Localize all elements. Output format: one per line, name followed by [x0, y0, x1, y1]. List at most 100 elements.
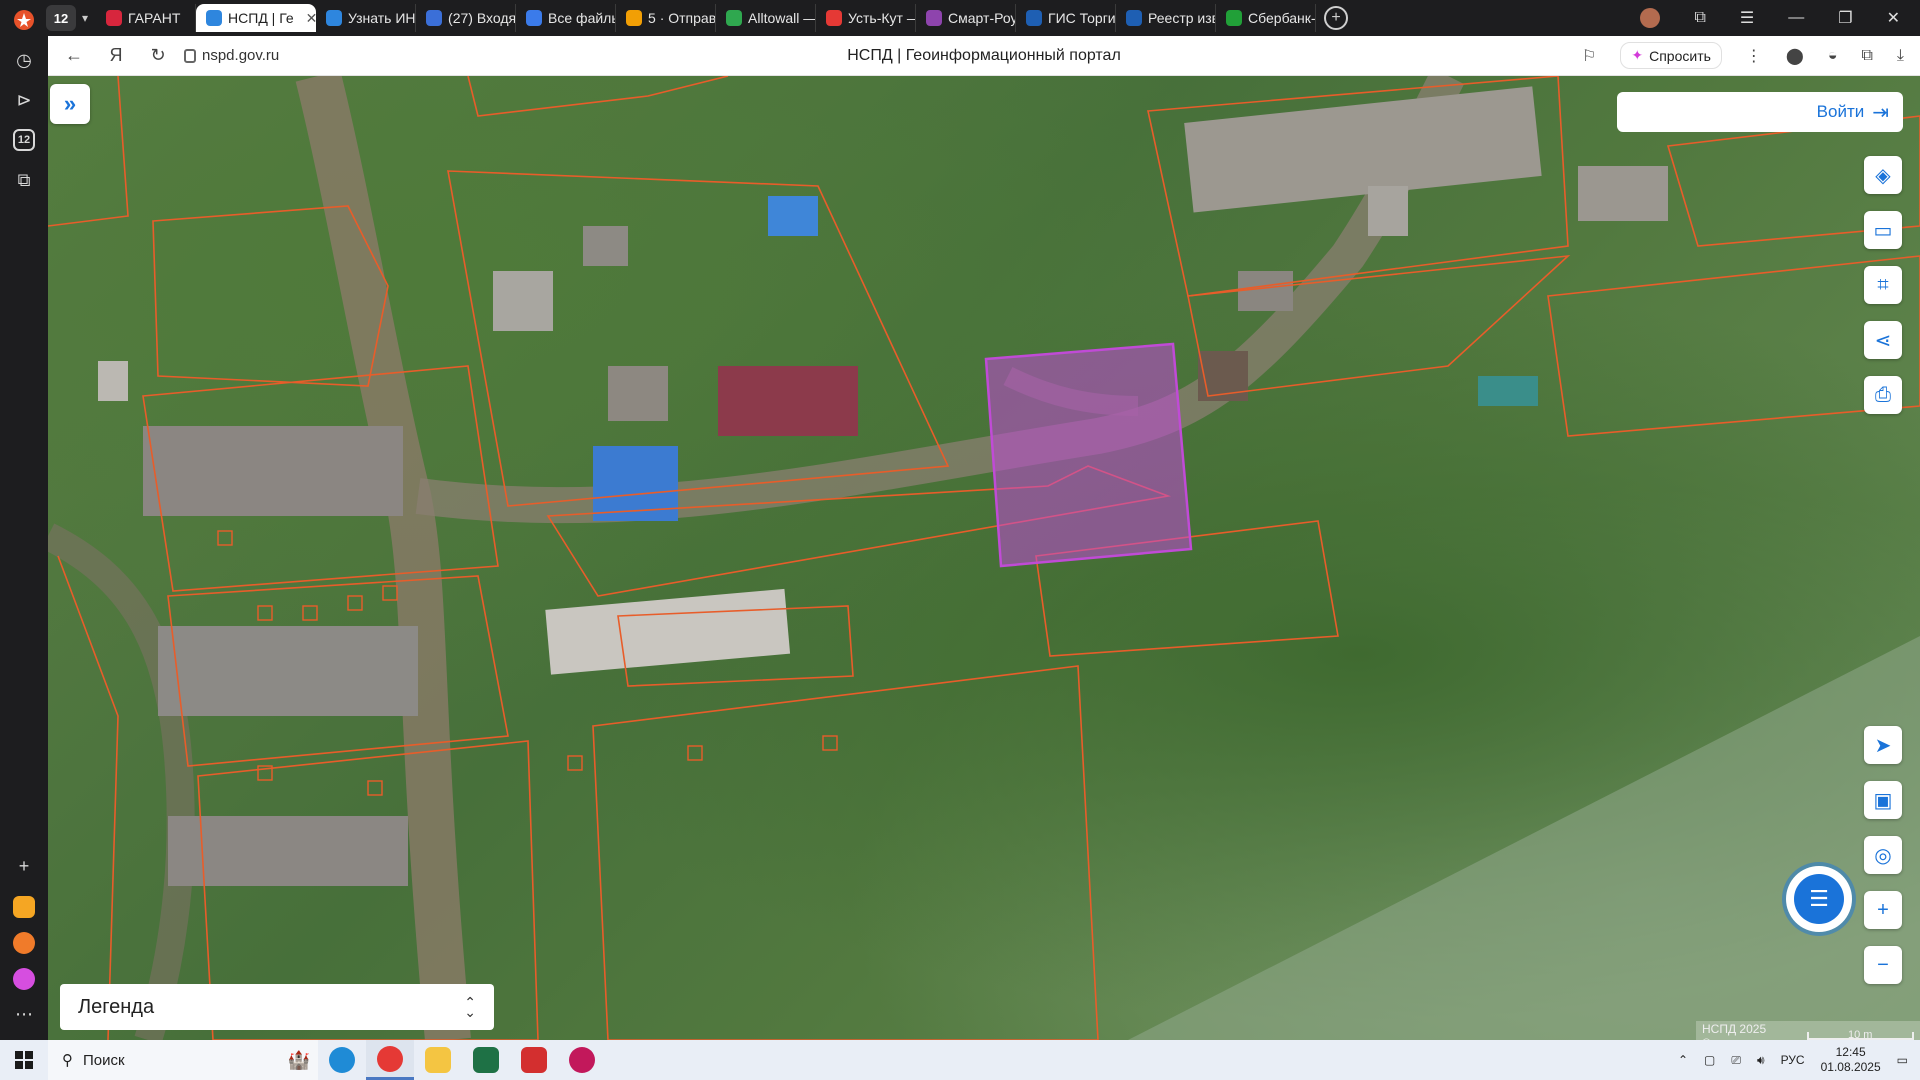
- menu-icon[interactable]: ☰: [1740, 8, 1754, 28]
- geolocation-button[interactable]: ◎: [1864, 836, 1902, 874]
- close-tab-icon[interactable]: ✕: [306, 10, 316, 27]
- print-button[interactable]: ⎙: [1864, 376, 1902, 414]
- more-vertical-icon[interactable]: ⋮: [1746, 46, 1762, 66]
- tab-label: НСПД | Ге: [228, 10, 294, 26]
- extensions-icon[interactable]: ⧉: [1861, 47, 1872, 65]
- taskbar-edge[interactable]: [318, 1040, 366, 1080]
- browser-tab[interactable]: 5 · Отправле: [616, 4, 717, 32]
- more-icon[interactable]: ⋯: [8, 998, 40, 1030]
- downloads-icon[interactable]: ⤓: [1897, 47, 1904, 65]
- browser-tab[interactable]: (27) Входящ: [416, 4, 517, 32]
- language-indicator[interactable]: РУС: [1781, 1053, 1805, 1067]
- chat-button[interactable]: ☰: [1786, 866, 1852, 932]
- layers-button[interactable]: ◈: [1864, 156, 1902, 194]
- tab-favicon-icon: [1026, 10, 1043, 26]
- tab-favicon-icon: [106, 10, 123, 26]
- legend-panel[interactable]: Легенда ⌃ ⌄: [60, 984, 494, 1030]
- tab-favicon-icon: [626, 10, 643, 26]
- locate-button[interactable]: ➤: [1864, 726, 1902, 764]
- restore-icon[interactable]: ❐: [1838, 8, 1852, 28]
- browser-tab[interactable]: Сбербанк-А: [1216, 4, 1317, 32]
- zoom-out-button[interactable]: −: [1864, 946, 1902, 984]
- browser-tab[interactable]: ГАРАНТ: [96, 4, 197, 32]
- close-window-icon[interactable]: ✕: [1887, 8, 1900, 28]
- add-panel-icon[interactable]: +: [8, 850, 40, 882]
- ruler-button[interactable]: ▭: [1864, 211, 1902, 249]
- tabs-count-button[interactable]: 12: [8, 124, 40, 156]
- area-select-button[interactable]: ⌗: [1864, 266, 1902, 304]
- login-panel[interactable]: Войти ⇥: [1617, 92, 1903, 132]
- map-attribution: НСПД 2025 © 10 m: [1696, 1021, 1920, 1040]
- taskbar-search[interactable]: ⚲ Поиск 🏰: [48, 1040, 318, 1080]
- ask-label: Спросить: [1649, 47, 1711, 64]
- login-icon: ⇥: [1872, 101, 1889, 124]
- media-play-icon[interactable]: ⊳: [8, 84, 40, 116]
- url-text: nspd.gov.ru: [202, 47, 280, 64]
- tab-favicon-icon: [1126, 10, 1143, 26]
- clock[interactable]: 12:45 01.08.2025: [1821, 1045, 1881, 1075]
- volume-icon[interactable]: 🔊︎: [1757, 1053, 1765, 1068]
- minimap-button[interactable]: ▣: [1864, 781, 1902, 819]
- share-button[interactable]: ⋖: [1864, 321, 1902, 359]
- scale-bar: 10 m: [1806, 1030, 1914, 1040]
- tab-label: Alltowall — с: [748, 10, 817, 26]
- attribution-text: НСПД 2025 ©: [1702, 1022, 1767, 1040]
- reload-button[interactable]: ↻: [142, 40, 174, 72]
- search-icon: ⚲: [62, 1052, 73, 1069]
- browser-tab[interactable]: Смарт-Роут: [916, 4, 1017, 32]
- ask-alice-button[interactable]: ✦ Спросить: [1620, 42, 1722, 69]
- alice-spark-icon: ✦: [1631, 47, 1644, 63]
- tray-meet-icon[interactable]: ▢: [1704, 1053, 1715, 1067]
- tab-label: ГАРАНТ: [128, 10, 181, 26]
- history-icon[interactable]: ◷: [8, 44, 40, 76]
- tab-counter-button[interactable]: 12: [46, 5, 76, 31]
- zoom-in-button[interactable]: +: [1864, 891, 1902, 929]
- app-shortcut-icon[interactable]: [13, 932, 35, 954]
- tabs-dropdown-icon[interactable]: ▾: [82, 11, 88, 25]
- new-tab-button[interactable]: +: [1324, 6, 1349, 30]
- collections-icon[interactable]: ⧉: [1694, 9, 1705, 27]
- notifications-icon[interactable]: ▭: [1897, 1053, 1908, 1067]
- clock-date: 01.08.2025: [1820, 1060, 1881, 1074]
- taskbar-file-explorer[interactable]: [414, 1040, 462, 1080]
- map-canvas[interactable]: » Войти ⇥ ◈ ▭ ⌗ ⋖ ⎙ ➤ ▣ ◎ + − ☰ Легенда …: [48, 76, 1920, 1040]
- browser-tab[interactable]: Усть-Кут — к: [816, 4, 917, 32]
- bookmark-icon[interactable]: ⚐: [1582, 46, 1596, 66]
- screenshot-icon[interactable]: ⧉: [8, 164, 40, 196]
- legend-label: Легенда: [78, 995, 155, 1018]
- url-field[interactable]: nspd.gov.ru: [184, 47, 279, 64]
- taskbar-yandex-browser[interactable]: [366, 1040, 414, 1080]
- minimize-icon[interactable]: —: [1788, 9, 1804, 27]
- extension-icon[interactable]: ◒: [1828, 47, 1838, 65]
- tray-expand-icon[interactable]: ⌃: [1678, 1053, 1688, 1067]
- taskbar-app[interactable]: [510, 1040, 558, 1080]
- tab-label: Все файлы /: [548, 10, 615, 26]
- taskbar-app[interactable]: [558, 1040, 606, 1080]
- tab-favicon-icon: [426, 10, 443, 26]
- back-button[interactable]: ←: [58, 40, 90, 72]
- alice-icon[interactable]: [13, 968, 35, 990]
- tab-favicon-icon: [826, 10, 843, 26]
- network-icon[interactable]: ⎚: [1731, 1053, 1741, 1068]
- taskbar-excel[interactable]: [462, 1040, 510, 1080]
- extension-icon[interactable]: ⬤: [1786, 46, 1804, 66]
- browser-tab[interactable]: Реестр изве: [1116, 4, 1217, 32]
- tab-favicon-icon: [726, 10, 743, 26]
- browser-tab[interactable]: ГИС Торги –: [1016, 4, 1117, 32]
- yandex-logo-icon[interactable]: [8, 4, 40, 36]
- app-shortcut-icon[interactable]: [13, 896, 35, 918]
- page-title: НСПД | Геоинформационный портал: [847, 46, 1121, 64]
- start-button[interactable]: [0, 1040, 48, 1080]
- tab-favicon-icon: [206, 10, 223, 26]
- browser-tab[interactable]: НСПД | Ге ✕: [196, 4, 317, 32]
- satellite-imagery: [48, 76, 1920, 1040]
- search-placeholder: Поиск: [83, 1051, 125, 1069]
- yandex-home-button[interactable]: Я: [100, 40, 132, 72]
- profile-avatar[interactable]: [1640, 8, 1661, 28]
- browser-tab[interactable]: Alltowall — с: [716, 4, 817, 32]
- expand-panel-button[interactable]: »: [50, 84, 90, 124]
- browser-tab[interactable]: Узнать ИНН: [316, 4, 417, 32]
- browser-tab[interactable]: Все файлы /: [516, 4, 617, 32]
- expand-collapse-icon: ⌃ ⌄: [464, 994, 476, 1020]
- browser-side-panel: ◷ ⊳ 12 ⧉ + ⋯: [0, 0, 48, 1040]
